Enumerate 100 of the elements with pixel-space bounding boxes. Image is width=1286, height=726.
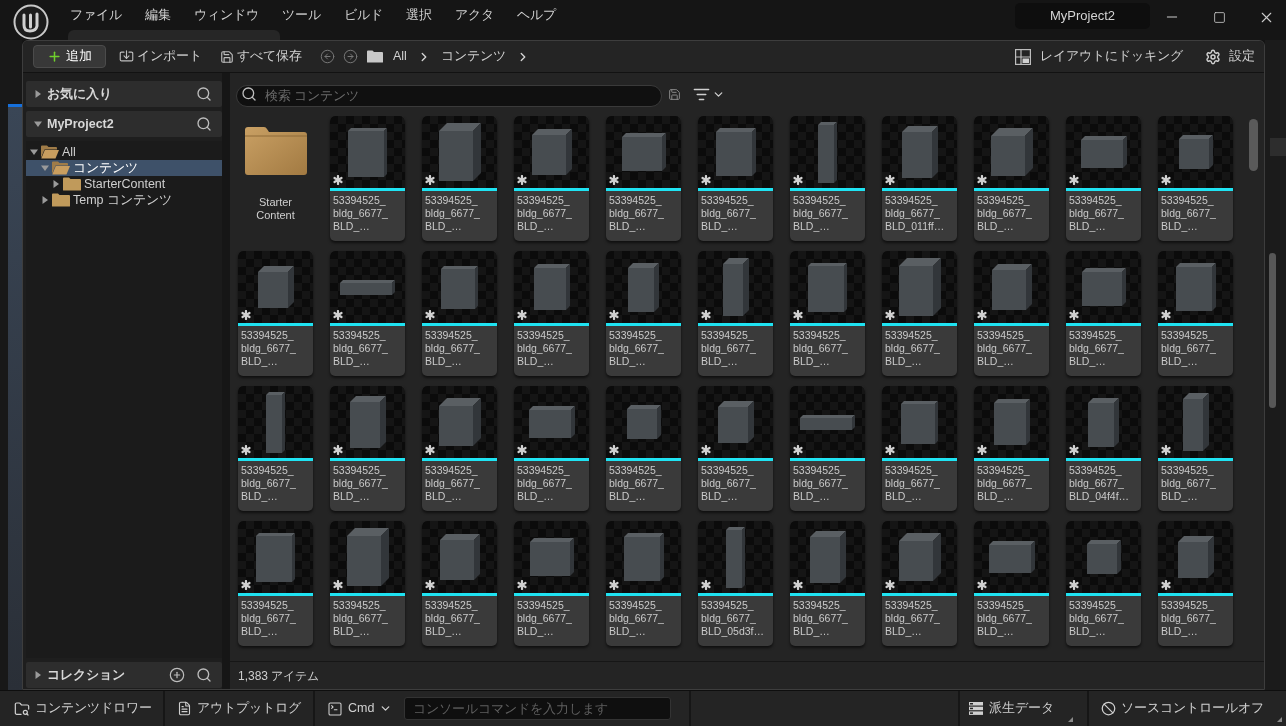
asset-tile[interactable]: 53394525_bldg_6677_BLD_… [422, 386, 497, 511]
save-icon[interactable] [668, 87, 681, 101]
caret-icon[interactable] [41, 196, 49, 204]
asset-tile[interactable]: 53394525_bldg_6677_BLD_… [514, 386, 589, 511]
dock-layout-button[interactable]: レイアウトにドッキング [1015, 47, 1183, 66]
menu-item[interactable]: ツール [282, 6, 321, 24]
block-model-icon [438, 398, 481, 446]
asset-tile[interactable]: 53394525_bldg_6677_BLD_… [1158, 386, 1233, 511]
block-model-icon [898, 258, 941, 316]
document-icon [177, 701, 192, 716]
block-model-icon [1080, 136, 1127, 168]
asterisk-icon [333, 445, 343, 455]
source-control-button[interactable]: ソースコントロールオフ [1089, 691, 1286, 726]
asset-tile[interactable]: 53394525_bldg_6677_BLD_… [606, 116, 681, 241]
asset-tile[interactable]: 53394525_bldg_6677_BLD_… [1158, 251, 1233, 376]
asset-tile[interactable]: 53394525_bldg_6677_BLD_… [974, 251, 1049, 376]
asset-tile[interactable]: 53394525_bldg_6677_BLD_… [514, 521, 589, 646]
asset-tile[interactable]: 53394525_bldg_6677_BLD_… [974, 386, 1049, 511]
search-icon[interactable] [196, 667, 212, 683]
search-icon[interactable] [196, 116, 212, 132]
asset-tile[interactable]: 53394525_bldg_6677_BLD_… [974, 116, 1049, 241]
scrollbar-thumb[interactable] [1249, 119, 1258, 171]
asset-tile[interactable]: 53394525_bldg_6677_BLD_… [606, 521, 681, 646]
block-model-icon [346, 528, 389, 586]
asset-tile[interactable]: 53394525_bldg_6677_BLD_… [330, 251, 405, 376]
asset-tile[interactable]: 53394525_bldg_6677_BLD_… [882, 251, 957, 376]
asset-tile[interactable]: 53394525_bldg_6677_BLD_… [422, 521, 497, 646]
import-button[interactable]: インポート [119, 47, 202, 66]
add-circle-icon[interactable] [169, 667, 185, 683]
console-input[interactable]: コンソールコマンドを入力します [404, 697, 672, 720]
asset-tile[interactable]: 53394525_bldg_6677_BLD_… [422, 251, 497, 376]
tree-item[interactable]: コンテンツ [26, 160, 222, 176]
breadcrumb-item[interactable]: コンテンツ [440, 47, 506, 66]
folder-item[interactable]: Starter Content [238, 116, 313, 241]
asset-tile[interactable]: 53394525_bldg_6677_BLD_… [514, 251, 589, 376]
block-model-icon [818, 121, 837, 183]
asterisk-icon [793, 310, 803, 320]
asset-tile[interactable]: 53394525_bldg_6677_BLD_… [238, 251, 313, 376]
search-icon[interactable] [196, 86, 212, 102]
add-button[interactable]: 追加 [33, 45, 106, 68]
settings-button[interactable]: 設定 [1205, 47, 1255, 66]
menu-item[interactable]: ヘルプ [517, 6, 556, 24]
asset-tile[interactable]: 53394525_bldg_6677_BLD_05d3f… [698, 521, 773, 646]
menu-item[interactable]: ビルド [344, 6, 383, 24]
tree-item[interactable]: Temp コンテンツ [26, 192, 222, 208]
asset-tile[interactable]: 53394525_bldg_6677_BLD_… [790, 386, 865, 511]
asset-tile[interactable]: 53394525_bldg_6677_BLD_… [698, 386, 773, 511]
tree-item[interactable]: StarterContent [26, 176, 222, 192]
derived-data-button[interactable]: 派生データ [960, 691, 1077, 726]
maximize-icon[interactable] [1212, 10, 1226, 24]
asset-tile[interactable]: 53394525_bldg_6677_BLD_… [330, 116, 405, 241]
asset-tile[interactable]: 53394525_bldg_6677_BLD_… [882, 386, 957, 511]
breadcrumb-item[interactable]: All [393, 47, 407, 66]
scrollbar-thumb[interactable] [1269, 253, 1276, 408]
asset-tile[interactable]: 53394525_bldg_6677_BLD_… [606, 386, 681, 511]
search-field[interactable]: 検索 コンテンツ [236, 85, 662, 107]
asset-tile[interactable]: 53394525_bldg_6677_BLD_… [1066, 116, 1141, 241]
asterisk-icon [425, 580, 435, 590]
caret-icon[interactable] [34, 671, 42, 679]
asset-tile[interactable]: 53394525_bldg_6677_BLD_… [422, 116, 497, 241]
cmd-button[interactable]: Cmd [319, 691, 401, 726]
asset-tile[interactable]: 53394525_bldg_6677_BLD_… [1066, 251, 1141, 376]
asset-tile[interactable]: 53394525_bldg_6677_BLD_… [330, 386, 405, 511]
asset-tile[interactable]: 53394525_bldg_6677_BLD_… [698, 251, 773, 376]
asset-tile[interactable]: 53394525_bldg_6677_BLD_04f4f… [1066, 386, 1141, 511]
asset-tile[interactable]: 53394525_bldg_6677_BLD_… [698, 116, 773, 241]
caret-icon[interactable] [34, 120, 42, 128]
asset-tile[interactable]: 53394525_bldg_6677_BLD_… [790, 251, 865, 376]
asset-tile[interactable]: 53394525_bldg_6677_BLD_… [790, 521, 865, 646]
asset-tile[interactable]: 53394525_bldg_6677_BLD_… [238, 386, 313, 511]
output-log-button[interactable]: アウトプットログ [169, 691, 309, 726]
tree-item[interactable]: All [26, 144, 222, 160]
asset-tile[interactable]: 53394525_bldg_6677_BLD_… [974, 521, 1049, 646]
asset-tile[interactable]: 53394525_bldg_6677_BLD_… [882, 521, 957, 646]
menu-item[interactable]: アクタ [455, 6, 494, 24]
section-toggle[interactable]: MyProject2 [34, 114, 114, 134]
section-toggle[interactable]: コレクション [34, 665, 125, 685]
logo-icon[interactable] [13, 4, 49, 40]
save-all-button[interactable]: すべて保存 [220, 47, 302, 66]
menu-item[interactable]: ウィンドウ [194, 6, 259, 24]
project-tab[interactable]: MyProject2 [1015, 3, 1150, 29]
asset-tile[interactable]: 53394525_bldg_6677_BLD_… [330, 521, 405, 646]
caret-icon[interactable] [34, 90, 42, 98]
asset-tile[interactable]: 53394525_bldg_6677_BLD_… [238, 521, 313, 646]
menu-item[interactable]: 編集 [145, 6, 171, 24]
asset-tile[interactable]: 53394525_bldg_6677_BLD_… [1158, 521, 1233, 646]
caret-icon[interactable] [52, 180, 60, 188]
asset-tile[interactable]: 53394525_bldg_6677_BLD_011ff… [882, 116, 957, 241]
menu-item[interactable]: 選択 [406, 6, 432, 24]
asset-tile[interactable]: 53394525_bldg_6677_BLD_… [1158, 116, 1233, 241]
menu-item[interactable]: ファイル [70, 6, 122, 24]
section-toggle[interactable]: お気に入り [34, 84, 112, 104]
item-count: 1,383 アイテム [238, 667, 320, 685]
asset-tile[interactable]: 53394525_bldg_6677_BLD_… [1066, 521, 1141, 646]
asset-tile[interactable]: 53394525_bldg_6677_BLD_… [606, 251, 681, 376]
content-drawer-button[interactable]: コンテンツドロワー [6, 691, 160, 726]
caret-icon[interactable] [41, 164, 49, 172]
asset-tile[interactable]: 53394525_bldg_6677_BLD_… [790, 116, 865, 241]
caret-icon[interactable] [30, 148, 38, 156]
asset-tile[interactable]: 53394525_bldg_6677_BLD_… [514, 116, 589, 241]
